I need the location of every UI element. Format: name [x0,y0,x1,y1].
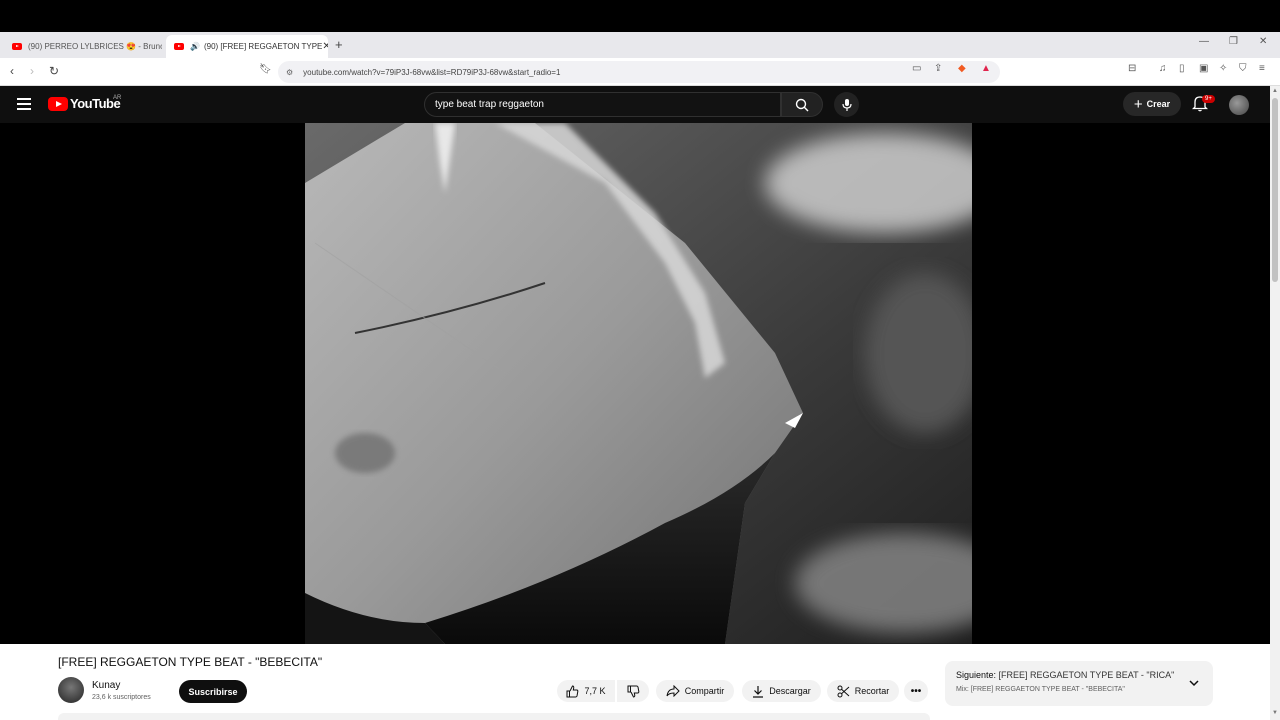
leo-ai-icon[interactable]: ✧ [1219,63,1227,74]
up-next-label: Siguiente: [FREE] REGGAETON TYPE BEAT - … [956,670,1174,680]
description-box[interactable] [58,713,930,720]
scroll-up-icon[interactable]: ▲ [1272,88,1278,94]
share-icon[interactable]: ⇪ [934,63,942,74]
tab-title: (90) PERREO LYLBRICES 😍 - Bruno [28,42,162,51]
back-icon[interactable]: ‹ [10,64,14,78]
more-dots-icon: ••• [910,685,922,697]
tab-title: (90) [FREE] REGGAETON TYPE [203,42,323,51]
up-next-title: [FREE] REGGAETON TYPE BEAT - "RICA" [998,670,1175,680]
account-avatar[interactable] [1229,95,1249,115]
create-label: Crear [1146,99,1171,109]
menu-icon[interactable]: ≡ [1259,63,1265,74]
brave-rewards-icon[interactable]: ▲ [981,63,991,74]
download-button[interactable]: Descargar [742,680,821,702]
media-icon[interactable]: ♫ [1159,63,1167,74]
wallet-icon[interactable]: ▣ [1199,63,1208,74]
browser-toolbar: ‹ › ↻ 🔖︎ ⚙︎ youtube.com/watch?v=79iP3J-6… [0,58,1280,86]
guide-menu-icon[interactable] [17,98,31,110]
browser-tab-perreo[interactable]: (90) PERREO LYLBRICES 😍 - Bruno [4,35,162,58]
chevron-down-icon[interactable] [1188,677,1200,689]
up-next-prefix: Siguiente: [956,670,997,680]
voice-search-button[interactable] [834,92,859,117]
browser-tab-active[interactable]: 🔊 (90) [FREE] REGGAETON TYPE ✕ [166,35,328,58]
video-frame [305,123,972,644]
create-button[interactable]: + Crear [1123,92,1181,116]
window-close-icon[interactable]: ✕ [1259,36,1267,47]
dislike-button[interactable] [617,680,649,702]
search-input[interactable]: type beat trap reggaeton [424,92,781,117]
youtube-masthead: YouTube AR type beat trap reggaeton + Cr… [0,86,1270,123]
address-bar[interactable]: ⚙︎ youtube.com/watch?v=79iP3J-68vw&list=… [278,61,1000,83]
youtube-logo-icon [48,96,68,111]
subscriber-count: 23,6 k suscriptores [92,694,151,701]
browser-tab-strip: (90) PERREO LYLBRICES 😍 - Bruno 🔊 (90) [… [0,32,1280,58]
youtube-logo[interactable]: YouTube [48,96,121,111]
thumbs-up-icon [566,684,579,697]
vpn-icon[interactable]: ⛉ [1239,63,1247,74]
scissors-icon [837,685,850,697]
search-button[interactable] [781,92,823,117]
up-next-mix: Mix: [FREE] REGGAETON TYPE BEAT - "BEBEC… [956,686,1125,693]
cast-icon[interactable]: ▭ [912,63,921,74]
share-button[interactable]: Compartir [656,680,734,702]
subscribe-button[interactable]: Suscribirse [179,680,247,703]
close-icon[interactable]: ✕ [322,41,328,52]
download-icon [753,685,764,698]
more-actions-button[interactable]: ••• [904,680,928,702]
clip-button[interactable]: Recortar [827,680,899,702]
youtube-favicon-icon [12,43,22,50]
maximize-icon[interactable]: ❐ [1229,36,1238,47]
country-code: AR [113,95,122,101]
url-text: youtube.com/watch?v=79iP3J-68vw&list=RD7… [303,67,561,77]
site-info-icon[interactable]: ⚙︎ [286,68,293,77]
notifications-badge: 9+ [1202,95,1215,103]
plus-icon: + [1133,95,1143,113]
forward-icon[interactable]: › [30,64,34,78]
microphone-icon [841,98,852,111]
share-label: Compartir [684,686,725,696]
speaker-icon[interactable]: 🔊 [190,42,200,51]
channel-name[interactable]: Kunay [92,680,120,691]
brave-shields-icon[interactable]: ◆ [958,63,966,74]
screen-top-bar [0,0,1280,32]
like-count: 7,7 K [584,686,606,696]
like-button[interactable]: 7,7 K [557,680,615,702]
share-arrow-icon [666,685,680,697]
thumbs-down-icon [627,685,639,698]
download-label: Descargar [769,686,811,696]
video-title: [FREE] REGGAETON TYPE BEAT - "BEBECITA" [58,655,323,669]
search-icon [795,98,809,111]
clip-label: Recortar [854,686,890,696]
search-query: type beat trap reggaeton [435,99,544,110]
sidebar-icon[interactable]: ▯ [1179,63,1185,74]
bookmark-icon[interactable]: 🔖︎ [259,64,272,75]
up-next-panel[interactable] [945,661,1213,706]
new-tab-button[interactable]: + [335,37,343,52]
minimize-icon[interactable]: — [1199,36,1209,47]
youtube-favicon-icon [174,43,184,50]
scrollbar-thumb[interactable] [1272,98,1278,282]
video-player[interactable] [305,123,972,644]
translate-icon[interactable]: ⊟ [1128,63,1136,74]
scroll-down-icon[interactable]: ▼ [1272,710,1278,716]
reload-icon[interactable]: ↻ [49,64,59,78]
channel-avatar[interactable] [58,677,84,703]
